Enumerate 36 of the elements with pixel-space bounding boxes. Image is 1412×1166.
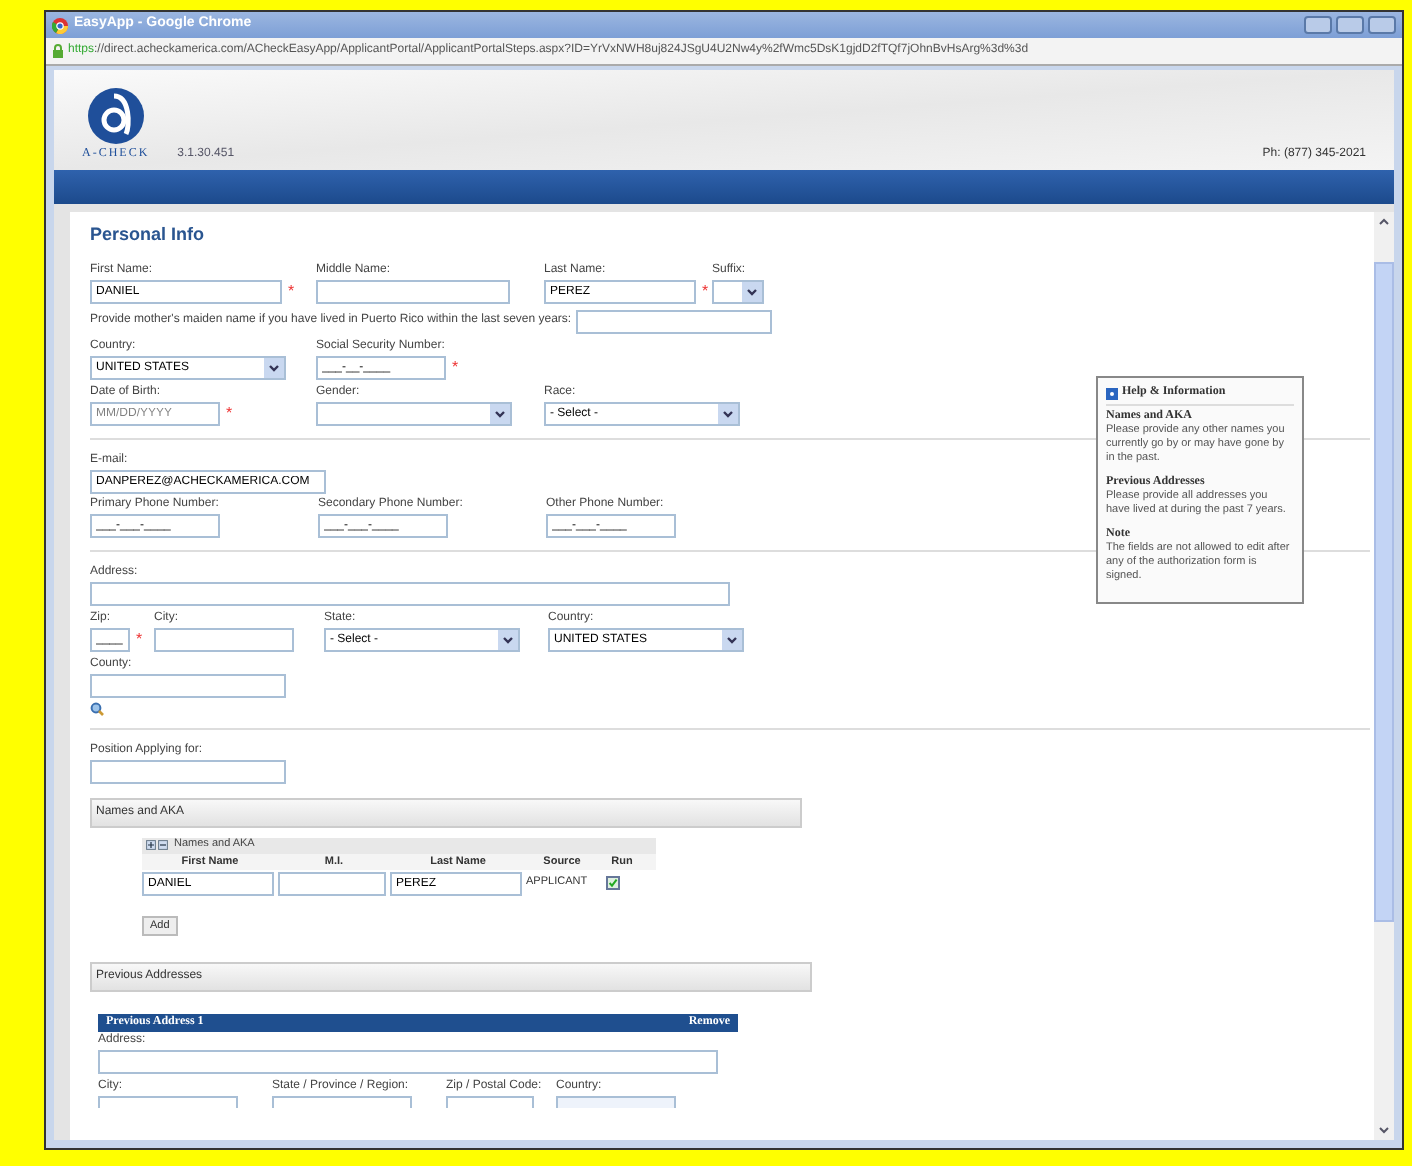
chevron-down-icon [718, 403, 738, 423]
required-mark: * [288, 283, 295, 299]
minimize-button[interactable] [1304, 16, 1332, 34]
text-field[interactable] [90, 759, 286, 783]
text-field[interactable] [98, 1049, 718, 1073]
section-title: Personal Info [90, 222, 207, 248]
text-field[interactable] [316, 279, 510, 303]
text-field[interactable] [278, 871, 386, 895]
text-field[interactable] [90, 673, 286, 697]
required-mark: * [452, 359, 459, 375]
logo-icon [85, 86, 146, 146]
chevron-down-icon [722, 629, 742, 649]
help-icon [1106, 387, 1118, 399]
dropdown[interactable] [316, 401, 512, 425]
text-field[interactable] [90, 581, 730, 605]
required-mark: * [226, 405, 233, 421]
chevron-down-icon [742, 281, 762, 301]
collapse-icon[interactable] [158, 840, 168, 850]
maximize-button[interactable] [1336, 16, 1364, 34]
required-mark: * [702, 283, 709, 299]
close-button[interactable] [1368, 16, 1396, 34]
chevron-down-icon [498, 629, 518, 649]
lock-icon [52, 44, 64, 58]
expand-icon[interactable] [146, 840, 156, 850]
dropdown[interactable] [712, 279, 764, 303]
browser-logo-icon [52, 17, 68, 33]
scrollbar[interactable] [1374, 212, 1394, 1140]
scroll-thumb[interactable] [1374, 262, 1394, 922]
search-icon[interactable] [90, 701, 104, 715]
checkbox[interactable] [606, 876, 620, 890]
required-mark: * [136, 631, 143, 647]
chevron-down-icon [264, 357, 284, 377]
text-field[interactable] [575, 309, 772, 333]
chevron-down-icon [490, 403, 510, 423]
checkmark-icon [608, 878, 618, 888]
text-field[interactable] [154, 627, 294, 651]
